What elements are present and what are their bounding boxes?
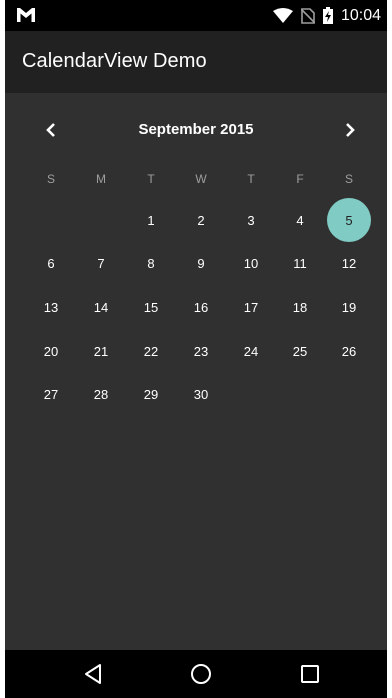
- recents-button[interactable]: [298, 662, 322, 686]
- calendar-day[interactable]: 25: [278, 329, 322, 373]
- status-clock: 10:04: [340, 6, 381, 24]
- calendar-day[interactable]: 22: [129, 329, 173, 373]
- recents-icon: [301, 665, 319, 683]
- wifi-icon: [272, 8, 293, 23]
- calendar-day[interactable]: 23: [179, 329, 223, 373]
- calendar-day[interactable]: 16: [179, 285, 223, 329]
- back-button[interactable]: [81, 662, 105, 686]
- selected-day[interactable]: 5: [327, 198, 371, 242]
- weekday-label: S: [344, 172, 353, 186]
- month-title: September 2015: [138, 121, 254, 138]
- calendar-day[interactable]: 1: [129, 198, 173, 242]
- calendar-day[interactable]: 6: [29, 241, 73, 285]
- calendar-day[interactable]: 26: [327, 329, 371, 373]
- weekday-label: W: [195, 172, 207, 186]
- app-toolbar: CalendarView Demo: [5, 31, 387, 93]
- weekday-label: T: [247, 172, 255, 186]
- calendar-day[interactable]: 4: [278, 198, 322, 242]
- no-sim-icon: [300, 7, 315, 24]
- app-title: CalendarView Demo: [22, 50, 207, 72]
- weekday-label: F: [296, 172, 304, 186]
- calendar-day[interactable]: 19: [327, 285, 371, 329]
- calendar-day[interactable]: 13: [29, 285, 73, 329]
- weekday-label: T: [147, 172, 155, 186]
- chevron-right-icon: [346, 123, 355, 137]
- calendar-day[interactable]: 9: [179, 241, 223, 285]
- calendar-day[interactable]: 30: [179, 372, 223, 416]
- battery-charging-icon: [322, 7, 333, 24]
- weekday-label: S: [46, 172, 55, 186]
- calendar-day[interactable]: 20: [29, 329, 73, 373]
- calendar-day[interactable]: 8: [129, 241, 173, 285]
- home-icon: [191, 664, 211, 684]
- calendar-day[interactable]: 24: [229, 329, 273, 373]
- home-button[interactable]: [189, 662, 213, 686]
- calendar-day[interactable]: 11: [278, 241, 322, 285]
- calendar-day[interactable]: 21: [79, 329, 123, 373]
- calendar-day[interactable]: 3: [229, 198, 273, 242]
- calendar-day[interactable]: 2: [179, 198, 223, 242]
- calendar-view: September 2015 SMTWTFS 1 2 3 4 5 6 7 8 9 10 11 12 13…: [5, 93, 387, 650]
- calendar-day[interactable]: 7: [79, 241, 123, 285]
- status-bar: 10:04: [5, 0, 387, 31]
- calendar-day[interactable]: 28: [79, 372, 123, 416]
- calendar-day[interactable]: 18: [278, 285, 322, 329]
- calendar-day[interactable]: 15: [129, 285, 173, 329]
- weekday-label: M: [96, 172, 106, 186]
- next-month-button[interactable]: [334, 114, 366, 146]
- back-icon: [85, 664, 101, 684]
- device-screen: 10:04 CalendarView Demo September 2015 S…: [5, 0, 387, 698]
- calendar-day[interactable]: 12: [327, 241, 371, 285]
- system-nav-bar: [5, 650, 387, 698]
- calendar-day[interactable]: 27: [29, 372, 73, 416]
- calendar-day[interactable]: 29: [129, 372, 173, 416]
- calendar-day[interactable]: 14: [79, 285, 123, 329]
- calendar-day[interactable]: 10: [229, 241, 273, 285]
- gmail-icon: [17, 8, 35, 22]
- calendar-day[interactable]: 17: [229, 285, 273, 329]
